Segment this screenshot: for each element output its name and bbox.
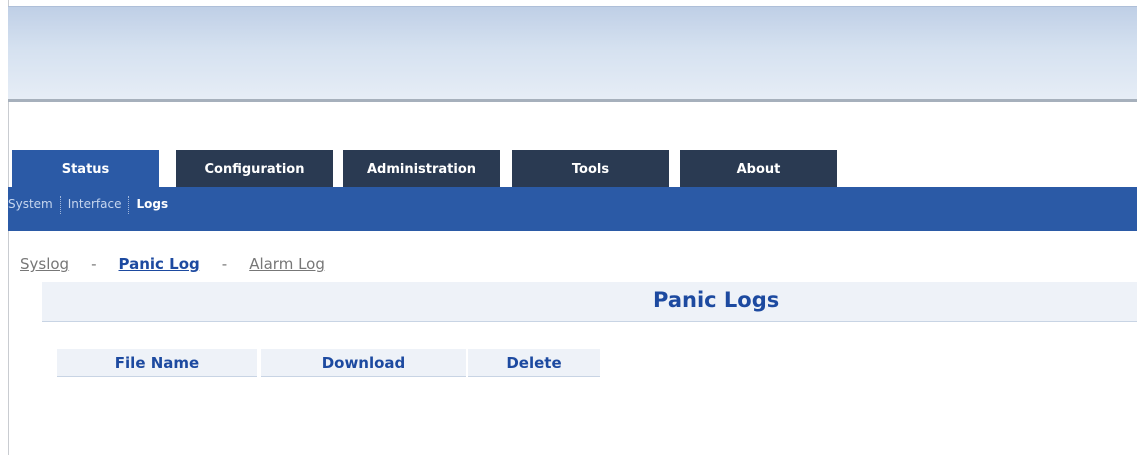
- section-title: Panic Logs: [653, 288, 780, 312]
- link-syslog[interactable]: Syslog: [20, 255, 69, 273]
- link-panic-log[interactable]: Panic Log: [119, 255, 200, 273]
- column-header-download: Download: [261, 349, 466, 377]
- tab-status[interactable]: Status: [12, 150, 159, 188]
- link-separator: -: [91, 255, 97, 273]
- tab-tools[interactable]: Tools: [512, 150, 669, 188]
- tab-administration[interactable]: Administration: [343, 150, 500, 188]
- column-header-delete: Delete: [468, 349, 600, 377]
- subnav-item-logs[interactable]: Logs: [129, 197, 175, 211]
- log-type-links: Syslog - Panic Log - Alarm Log: [20, 255, 325, 273]
- section-header-bar: [42, 282, 1137, 322]
- link-alarm-log[interactable]: Alarm Log: [249, 255, 325, 273]
- tab-about[interactable]: About: [680, 150, 837, 188]
- link-separator: -: [221, 255, 228, 273]
- tab-configuration[interactable]: Configuration: [176, 150, 333, 188]
- column-header-file-name: File Name: [57, 349, 257, 377]
- header-banner: [8, 6, 1137, 102]
- subnav-item-interface[interactable]: Interface: [61, 197, 129, 211]
- subnav-item-system[interactable]: System: [8, 197, 60, 211]
- sub-navigation: System Interface Logs: [8, 187, 1137, 231]
